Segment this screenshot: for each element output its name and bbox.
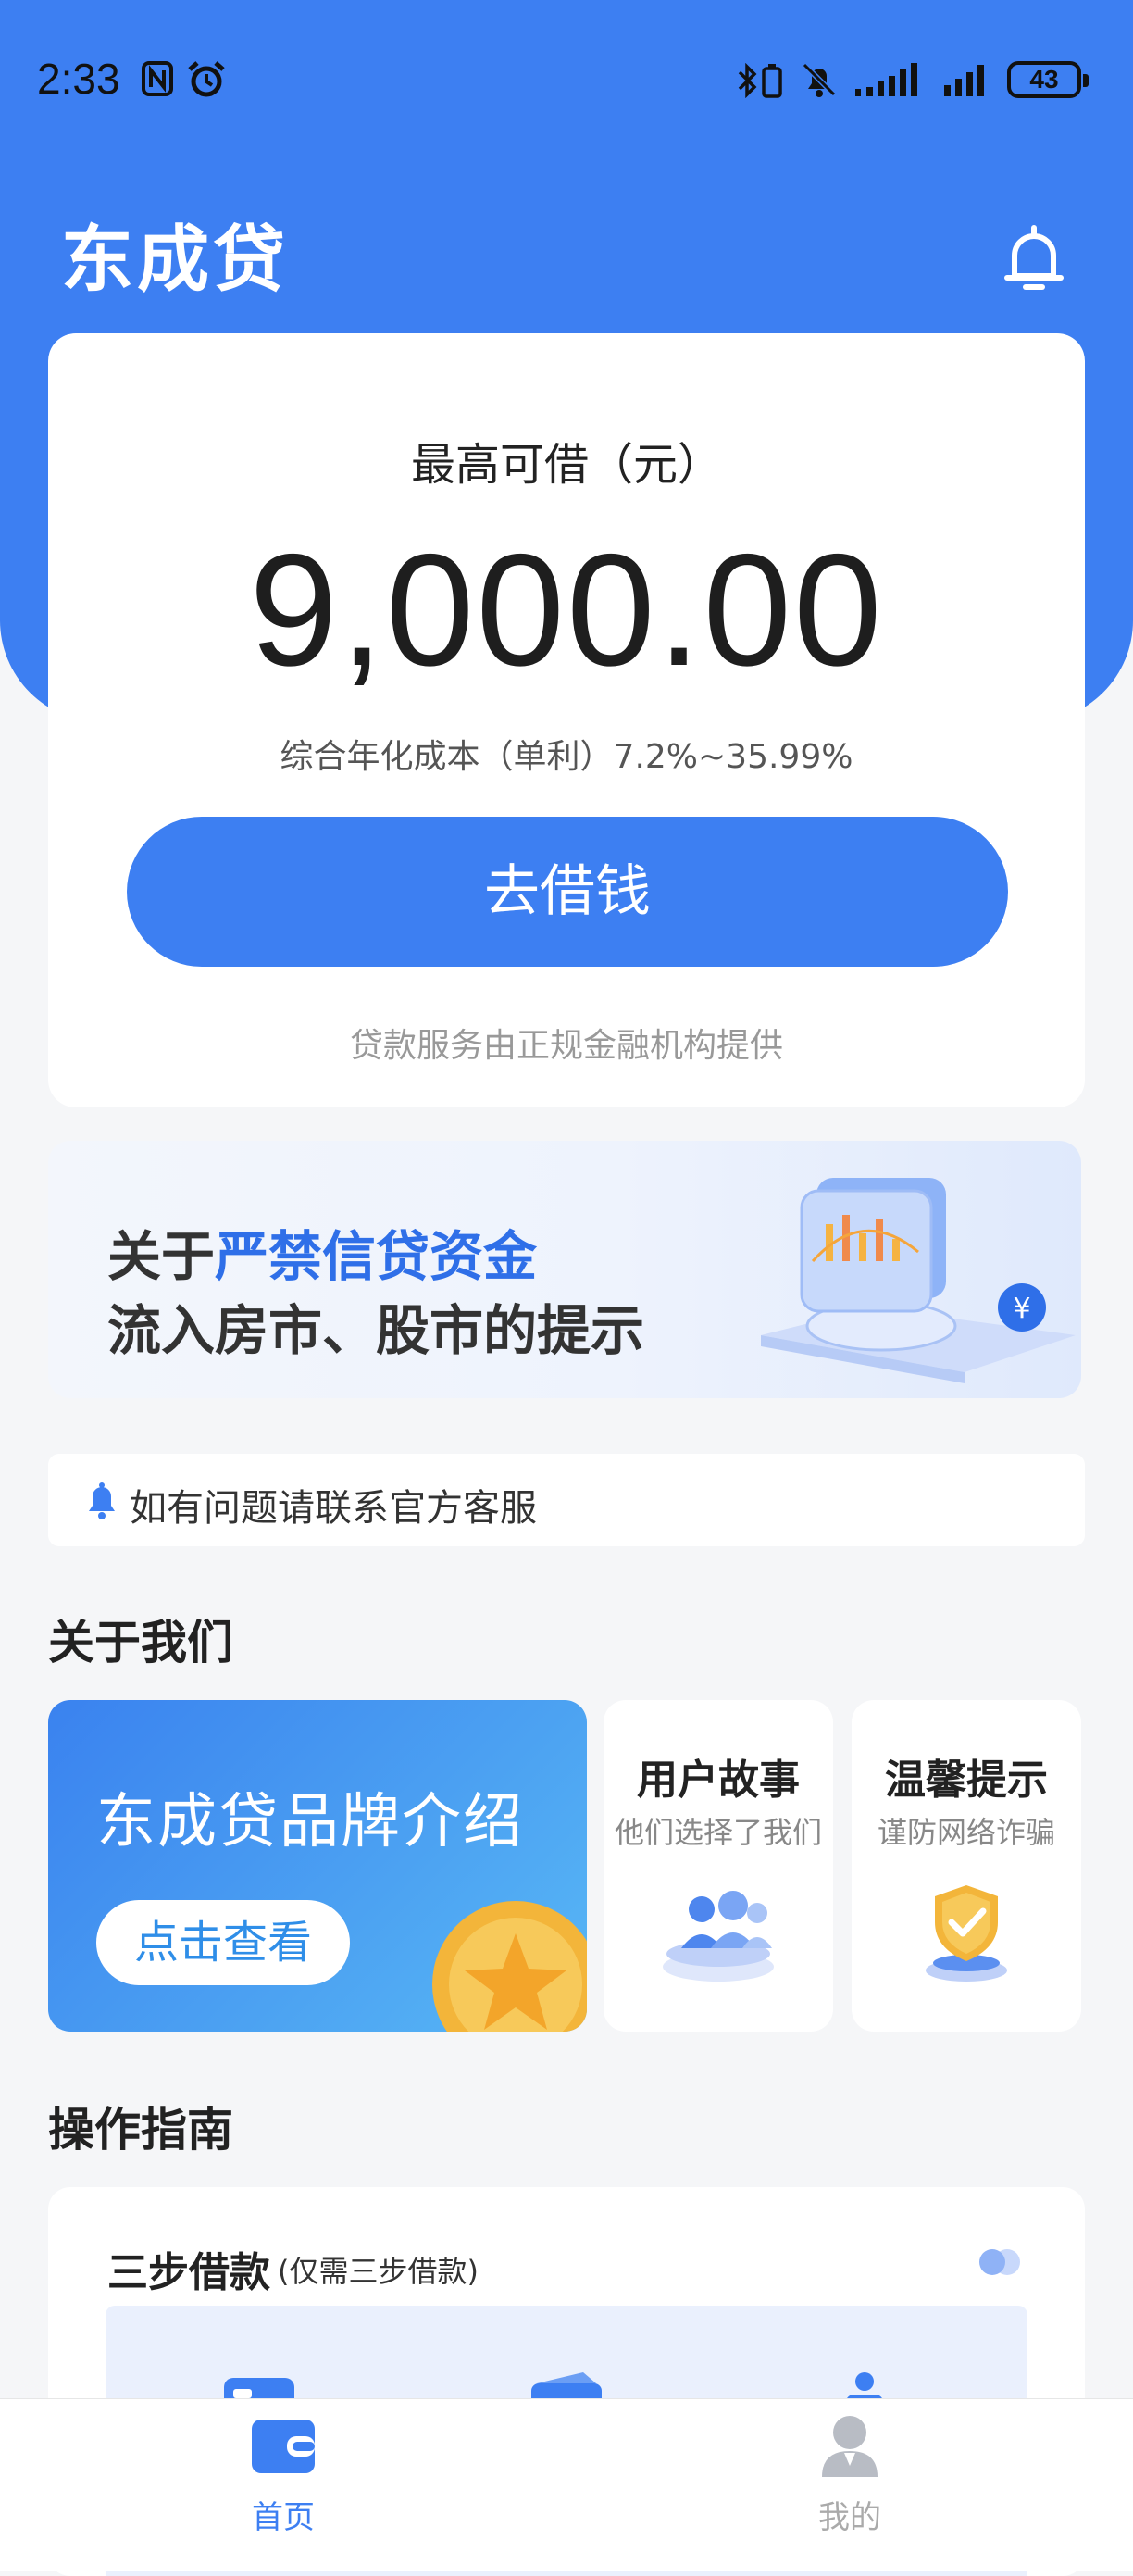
guide-section-title: 操作指南: [48, 2103, 233, 2157]
signal-icon-2: [944, 65, 984, 96]
user-story-subtitle: 他们选择了我们: [614, 1815, 822, 1850]
nfc-icon: [142, 61, 173, 96]
max-loan-label: 最高可借（元）: [410, 439, 722, 491]
view-button[interactable]: 点击查看: [96, 1900, 350, 1985]
status-time: 2:33: [37, 55, 120, 103]
notice-bar[interactable]: 如有问题请联系官方客服: [48, 1454, 1085, 1546]
banner-prefix: 关于: [107, 1225, 216, 1288]
notification-bell-icon[interactable]: [1002, 222, 1066, 296]
notice-banner[interactable]: 关于严禁信贷资金 流入房市、股市的提示 ¥: [48, 1141, 1081, 1398]
brand-intro-title: 东成贷品牌介绍: [96, 1788, 524, 1857]
svg-text:¥: ¥: [1013, 1293, 1030, 1325]
bluetooth-battery-icon: [738, 63, 782, 98]
banner-line-1: 关于严禁信贷资金: [107, 1213, 537, 1291]
banner-highlight: 严禁信贷资金: [215, 1225, 538, 1288]
three-steps-subtitle: (仅需三步借款): [278, 2254, 479, 2289]
status-bar: 2:33 43: [0, 0, 1133, 167]
about-section-title: 关于我们: [48, 1616, 233, 1669]
user-story-card[interactable]: 用户故事 他们选择了我们: [604, 1700, 833, 2032]
bell-icon: [89, 1482, 115, 1519]
max-loan-amount: 9,000.00: [249, 521, 884, 699]
tab-home[interactable]: 首页: [144, 2399, 422, 2571]
shield-check-icon: [926, 1885, 1007, 1982]
tab-mine-label: 我的: [818, 2499, 881, 2536]
user-icon: [822, 2416, 878, 2477]
wallet-icon: [252, 2420, 315, 2473]
tab-mine[interactable]: 我的: [711, 2399, 989, 2571]
stock-chart-illustration-icon: ¥: [761, 1178, 1076, 1383]
three-steps-title: 三步借款: [107, 2249, 270, 2296]
bottom-tab-bar: 首页 我的: [0, 2398, 1133, 2571]
banner-line-2: 流入房市、股市的提示: [107, 1299, 645, 1362]
warm-tips-title: 温馨提示: [885, 1757, 1048, 1804]
signal-icon: [855, 63, 917, 96]
brand-intro-card[interactable]: 东成贷品牌介绍 点击查看: [48, 1700, 587, 2032]
warm-tips-subtitle: 谨防网络诈骗: [877, 1815, 1055, 1850]
notice-text: 如有问题请联系官方客服: [130, 1487, 537, 1530]
user-story-title: 用户故事: [637, 1757, 800, 1804]
provider-note: 贷款服务由正规金融机构提供: [349, 1027, 783, 1065]
mute-bell-icon: [802, 62, 837, 97]
alarm-icon: [188, 61, 225, 97]
app-title: 东成贷: [61, 219, 290, 302]
star-coin-icon: [432, 1901, 587, 2032]
users-icon: [663, 1891, 774, 1982]
annual-rate-text: 综合年化成本（单利）7.2%~35.99%: [280, 738, 853, 776]
carousel-dots-icon: [979, 2249, 1020, 2275]
tab-home-label: 首页: [252, 2499, 315, 2536]
borrow-button[interactable]: 去借钱: [127, 817, 1008, 967]
warm-tips-card[interactable]: 温馨提示 谨防网络诈骗: [852, 1700, 1081, 2032]
loan-card: 最高可借（元） 9,000.00 综合年化成本（单利）7.2%~35.99% 去…: [48, 333, 1085, 1107]
battery-indicator: 43: [1007, 61, 1089, 98]
